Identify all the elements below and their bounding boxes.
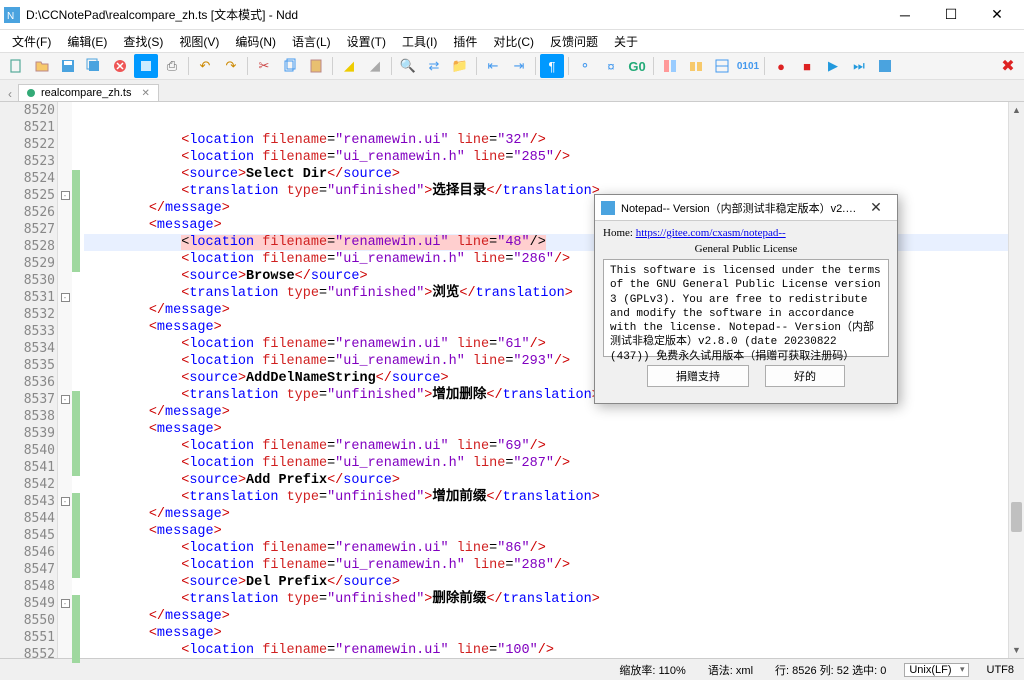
clear-highlight-icon[interactable]: ◢	[363, 54, 387, 78]
dialog-titlebar[interactable]: Notepad-- Version（内部测试非稳定版本）v2.8.0 (date…	[595, 195, 897, 221]
dialog-app-icon	[601, 201, 615, 215]
copy-icon[interactable]	[278, 54, 302, 78]
window-title: D:\CCNotePad\realcompare_zh.ts [文本模式] - …	[26, 6, 882, 23]
statusbar: 缩放率: 110% 语法: xml 行: 8526 列: 52 选中: 0 Un…	[0, 658, 1024, 680]
print-icon[interactable]: ⎙	[160, 54, 184, 78]
macro-save-icon[interactable]	[873, 54, 897, 78]
lang-status: 语法: xml	[704, 662, 757, 678]
play-icon[interactable]: ▶	[821, 54, 845, 78]
home-label: Home:	[603, 227, 636, 239]
tabbar: ‹ realcompare_zh.ts ✕	[0, 80, 1024, 102]
menu-item[interactable]: 查找(S)	[115, 31, 171, 52]
close-all-icon[interactable]: ✖	[996, 54, 1020, 78]
license-text-box[interactable]: This software is licensed under the term…	[603, 259, 889, 357]
dialog-title: Notepad-- Version（内部测试非稳定版本）v2.8.0 (date…	[621, 200, 861, 216]
tab-prev-icon[interactable]: ‹	[4, 87, 16, 101]
record-icon[interactable]: ●	[769, 54, 793, 78]
menu-item[interactable]: 关于	[606, 31, 646, 52]
tab-close-icon[interactable]: ✕	[142, 88, 150, 99]
toolbar: ⎙ ↶ ↷ ✂ ◢ ◢ 🔍 ⇄ 📁 ⇤ ⇥ ¶ ⚬ ¤ G0 0101 ● ■ …	[0, 52, 1024, 80]
home-line: Home: https://gitee.com/cxasm/notepad--	[603, 227, 889, 239]
new-file-icon[interactable]	[4, 54, 28, 78]
find-icon[interactable]: 🔍	[396, 54, 420, 78]
fold-toggle-icon[interactable]: -	[61, 599, 70, 608]
wrap-toggle-icon[interactable]: ¶	[540, 54, 564, 78]
play-multi-icon[interactable]: ⏭	[847, 54, 871, 78]
close-file-icon[interactable]	[108, 54, 132, 78]
menu-item[interactable]: 视图(V)	[171, 31, 227, 52]
paste-icon[interactable]	[304, 54, 328, 78]
eol-select[interactable]: Unix(LF)	[904, 663, 968, 677]
menu-item[interactable]: 插件	[445, 31, 485, 52]
save-all-icon[interactable]	[82, 54, 106, 78]
home-link[interactable]: https://gitee.com/cxasm/notepad--	[636, 227, 786, 239]
menu-item[interactable]: 语言(L)	[284, 31, 339, 52]
menu-item[interactable]: 对比(C)	[485, 31, 542, 52]
redo-icon[interactable]: ↷	[219, 54, 243, 78]
scroll-up-icon[interactable]: ▲	[1009, 102, 1024, 118]
tab-label: realcompare_zh.ts	[41, 87, 132, 99]
dialog-close-icon[interactable]: ✕	[861, 199, 891, 216]
svg-text:N: N	[7, 11, 14, 22]
indent-right-icon[interactable]: ⇥	[507, 54, 531, 78]
menu-item[interactable]: 工具(I)	[394, 31, 445, 52]
window-titlebar: N D:\CCNotePad\realcompare_zh.ts [文本模式] …	[0, 0, 1024, 30]
menu-item[interactable]: 文件(F)	[4, 31, 59, 52]
diff-files-icon[interactable]	[658, 54, 682, 78]
toolbar-mode-icon[interactable]	[134, 54, 158, 78]
menu-item[interactable]: 设置(T)	[339, 31, 394, 52]
menubar: 文件(F)编辑(E)查找(S)视图(V)编码(N)语言(L)设置(T)工具(I)…	[0, 30, 1024, 52]
change-margin	[72, 102, 80, 658]
find-folder-icon[interactable]: 📁	[448, 54, 472, 78]
hex-icon[interactable]: 0101	[736, 54, 760, 78]
position-status: 行: 8526 列: 52 选中: 0	[771, 662, 890, 678]
app-icon: N	[4, 7, 20, 23]
menu-item[interactable]: 反馈问题	[542, 31, 606, 52]
stop-icon[interactable]: ■	[795, 54, 819, 78]
scroll-thumb[interactable]	[1011, 502, 1022, 532]
fold-toggle-icon[interactable]: -	[61, 293, 70, 302]
fold-column: - - - - -	[58, 102, 72, 658]
cut-icon[interactable]: ✂	[252, 54, 276, 78]
highlight-icon[interactable]: ◢	[337, 54, 361, 78]
indent-left-icon[interactable]: ⇤	[481, 54, 505, 78]
goto-icon[interactable]: G0	[625, 54, 649, 78]
open-file-icon[interactable]	[30, 54, 54, 78]
fold-toggle-icon[interactable]: -	[61, 497, 70, 506]
about-dialog: Notepad-- Version（内部测试非稳定版本）v2.8.0 (date…	[594, 194, 898, 404]
encoding-status: UTF8	[983, 664, 1019, 676]
symbol-icon[interactable]: ¤	[599, 54, 623, 78]
diff-folders-icon[interactable]	[684, 54, 708, 78]
scroll-down-icon[interactable]: ▼	[1009, 642, 1024, 658]
fold-toggle-icon[interactable]: -	[61, 191, 70, 200]
zoom-status: 缩放率: 110%	[615, 662, 689, 678]
donate-button[interactable]: 捐赠支持	[647, 365, 749, 387]
save-icon[interactable]	[56, 54, 80, 78]
vertical-scrollbar[interactable]: ▲ ▼	[1008, 102, 1024, 658]
replace-icon[interactable]: ⇄	[422, 54, 446, 78]
line-number-gutter: 8520852185228523852485258526852785288529…	[0, 102, 58, 658]
modified-dot-icon	[27, 89, 35, 97]
minimize-button[interactable]: ─	[882, 0, 928, 30]
gpl-heading: General Public License	[603, 243, 889, 255]
diff-sync-icon[interactable]	[710, 54, 734, 78]
whitespace-icon[interactable]: ⚬	[573, 54, 597, 78]
ok-button[interactable]: 好的	[765, 365, 845, 387]
file-tab[interactable]: realcompare_zh.ts ✕	[18, 84, 159, 101]
menu-item[interactable]: 编码(N)	[227, 31, 284, 52]
menu-item[interactable]: 编辑(E)	[59, 31, 115, 52]
undo-icon[interactable]: ↶	[193, 54, 217, 78]
maximize-button[interactable]: ☐	[928, 0, 974, 30]
close-button[interactable]: ✕	[974, 0, 1020, 30]
fold-toggle-icon[interactable]: -	[61, 395, 70, 404]
